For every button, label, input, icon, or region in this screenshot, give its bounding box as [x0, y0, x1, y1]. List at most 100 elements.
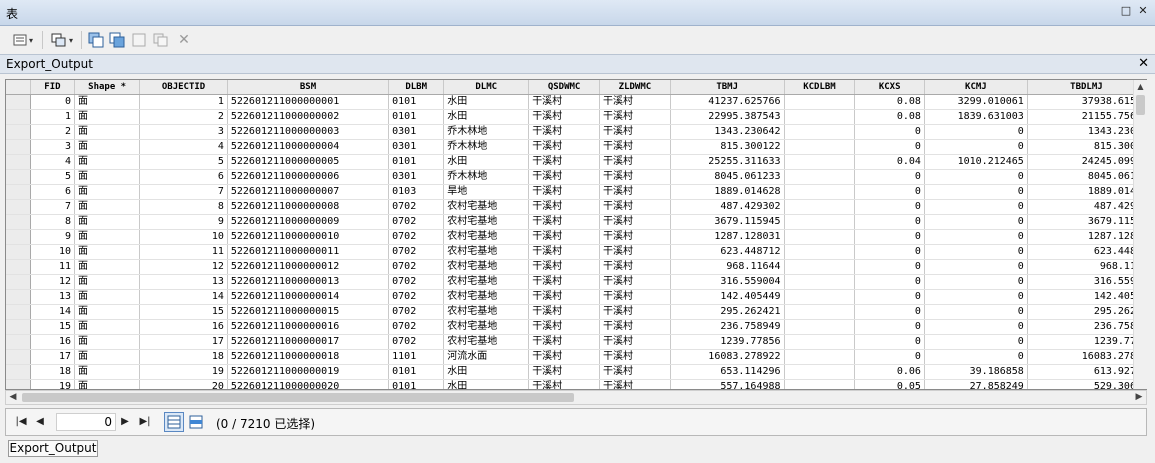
table-cell[interactable]: 1839.631003	[924, 109, 1028, 125]
table-cell[interactable]: 干溪村	[599, 154, 671, 170]
table-cell[interactable]: 乔木林地	[443, 124, 530, 140]
table-cell[interactable]: 41237.625766	[670, 94, 785, 110]
table-row[interactable]: 17 面 18 522601211000000018 1101 河流水面 干溪村 干溪村 160…	[6, 349, 1146, 365]
table-cell[interactable]: 乔木林地	[443, 169, 530, 185]
row-selector[interactable]	[6, 139, 31, 155]
table-cell[interactable]: 0702	[388, 214, 445, 230]
table-row[interactable]: 4 面 5 522601211000000005 0101 水田 干溪村 干溪村 25255.3…	[6, 154, 1146, 170]
table-cell[interactable]: 16	[139, 319, 228, 335]
table-cell[interactable]: 6	[30, 184, 76, 200]
table-cell[interactable]: 干溪村	[528, 154, 601, 170]
table-cell[interactable]: 干溪村	[528, 184, 601, 200]
table-cell[interactable]: 487.429302	[670, 199, 785, 215]
row-selector[interactable]	[6, 154, 31, 170]
table-cell[interactable]: 522601211000000010	[227, 229, 390, 245]
table-cell[interactable]	[784, 334, 856, 350]
table-row[interactable]: 11 面 12 522601211000000012 0702 农村宅基地 干溪村 干溪村 96…	[6, 259, 1146, 275]
table-cell[interactable]: 19	[139, 364, 228, 380]
table-cell[interactable]: 面	[74, 154, 141, 170]
table-cell[interactable]: 13	[30, 289, 76, 305]
table-cell[interactable]: 522601211000000009	[227, 214, 390, 230]
table-cell[interactable]: 4	[139, 139, 228, 155]
table-row[interactable]: 6 面 7 522601211000000007 0103 旱地 干溪村 干溪村 1889.01…	[6, 184, 1146, 200]
row-selector[interactable]	[6, 304, 31, 320]
table-cell[interactable]: 0103	[388, 184, 445, 200]
scroll-right-icon[interactable]: ▶	[1132, 391, 1146, 404]
table-cell[interactable]: 面	[74, 199, 141, 215]
table-row[interactable]: 19 面 20 522601211000000020 0101 水田 干溪村 干溪村 557.1…	[6, 379, 1146, 389]
table-cell[interactable]: 17	[139, 334, 228, 350]
row-selector[interactable]	[6, 334, 31, 350]
table-row[interactable]: 1 面 2 522601211000000002 0101 水田 干溪村 干溪村 22995.3…	[6, 109, 1146, 125]
related-tables-icon[interactable]: ▾	[48, 31, 76, 49]
table-cell[interactable]: 干溪村	[599, 304, 671, 320]
table-cell[interactable]	[784, 274, 856, 290]
table-cell[interactable]: 面	[74, 124, 141, 140]
previous-record-icon[interactable]: ◀	[34, 414, 46, 430]
table-cell[interactable]: 0	[924, 199, 1028, 215]
table-cell[interactable]	[784, 124, 856, 140]
table-cell[interactable]: 1343.230642	[670, 124, 785, 140]
table-cell[interactable]: 面	[74, 229, 141, 245]
vertical-scrollbar[interactable]: ▲	[1133, 80, 1147, 389]
row-selector[interactable]	[6, 109, 31, 125]
table-cell[interactable]: 0702	[388, 199, 445, 215]
table-cell[interactable]: 10	[139, 229, 228, 245]
table-cell[interactable]: 522601211000000011	[227, 244, 390, 260]
table-cell[interactable]: 面	[74, 169, 141, 185]
table-cell[interactable]: 9	[30, 229, 76, 245]
row-selector[interactable]	[6, 184, 31, 200]
table-cell[interactable]: 653.114296	[670, 364, 785, 380]
row-selector[interactable]	[6, 379, 31, 389]
table-cell[interactable]: 17	[30, 349, 76, 365]
row-selector[interactable]	[6, 214, 31, 230]
table-cell[interactable]: 0	[924, 274, 1028, 290]
table-cell[interactable]: 24245.0991	[1027, 154, 1146, 170]
zoom-to-selected-icon[interactable]	[152, 31, 170, 49]
table-cell[interactable]: 面	[74, 259, 141, 275]
table-cell[interactable]: 干溪村	[528, 274, 601, 290]
table-cell[interactable]: 0702	[388, 334, 445, 350]
table-cell[interactable]: 农村宅基地	[443, 274, 530, 290]
table-cell[interactable]: 613.9274	[1027, 364, 1146, 380]
table-cell[interactable]: 干溪村	[528, 109, 601, 125]
table-cell[interactable]: 0	[924, 349, 1028, 365]
table-cell[interactable]: 522601211000000008	[227, 199, 390, 215]
table-cell[interactable]: 529.3067	[1027, 379, 1146, 389]
table-cell[interactable]: 522601211000000001	[227, 94, 390, 110]
column-header[interactable]: KCXS	[854, 80, 925, 95]
table-cell[interactable]: 干溪村	[599, 319, 671, 335]
column-header[interactable]: QSDWMC	[528, 80, 601, 95]
table-cell[interactable]	[784, 319, 856, 335]
table-cell[interactable]: 623.4487	[1027, 244, 1146, 260]
table-cell[interactable]: 295.262421	[670, 304, 785, 320]
table-cell[interactable]: 干溪村	[599, 229, 671, 245]
table-cell[interactable]: 522601211000000019	[227, 364, 390, 380]
table-cell[interactable]	[784, 184, 856, 200]
table-cell[interactable]: 0	[854, 274, 925, 290]
table-cell[interactable]: 0	[30, 94, 76, 110]
table-cell[interactable]: 0101	[388, 109, 445, 125]
table-cell[interactable]: 522601211000000020	[227, 379, 390, 389]
table-cell[interactable]: 干溪村	[528, 229, 601, 245]
table-row[interactable]: 14 面 15 522601211000000015 0702 农村宅基地 干溪村 干溪村 29…	[6, 304, 1146, 320]
table-cell[interactable]: 142.405449	[670, 289, 785, 305]
table-cell[interactable]: 25255.311633	[670, 154, 785, 170]
close-table-icon[interactable]: ✕	[1138, 56, 1149, 71]
table-cell[interactable]: 11	[139, 244, 228, 260]
table-cell[interactable]: 22995.387543	[670, 109, 785, 125]
table-cell[interactable]: 8	[139, 199, 228, 215]
close-icon[interactable]: ✕	[1136, 4, 1150, 18]
table-cell[interactable]: 水田	[443, 364, 530, 380]
table-cell[interactable]: 316.559004	[670, 274, 785, 290]
table-cell[interactable]: 农村宅基地	[443, 259, 530, 275]
table-cell[interactable]: 1287.128031	[670, 229, 785, 245]
row-selector-header[interactable]	[6, 80, 31, 95]
table-cell[interactable]: 1	[30, 109, 76, 125]
table-cell[interactable]: 0	[924, 319, 1028, 335]
delete-selected-icon[interactable]: ✕	[176, 31, 192, 49]
table-cell[interactable]: 干溪村	[528, 214, 601, 230]
table-cell[interactable]: 8	[30, 214, 76, 230]
table-cell[interactable]	[784, 229, 856, 245]
row-selector[interactable]	[6, 259, 31, 275]
